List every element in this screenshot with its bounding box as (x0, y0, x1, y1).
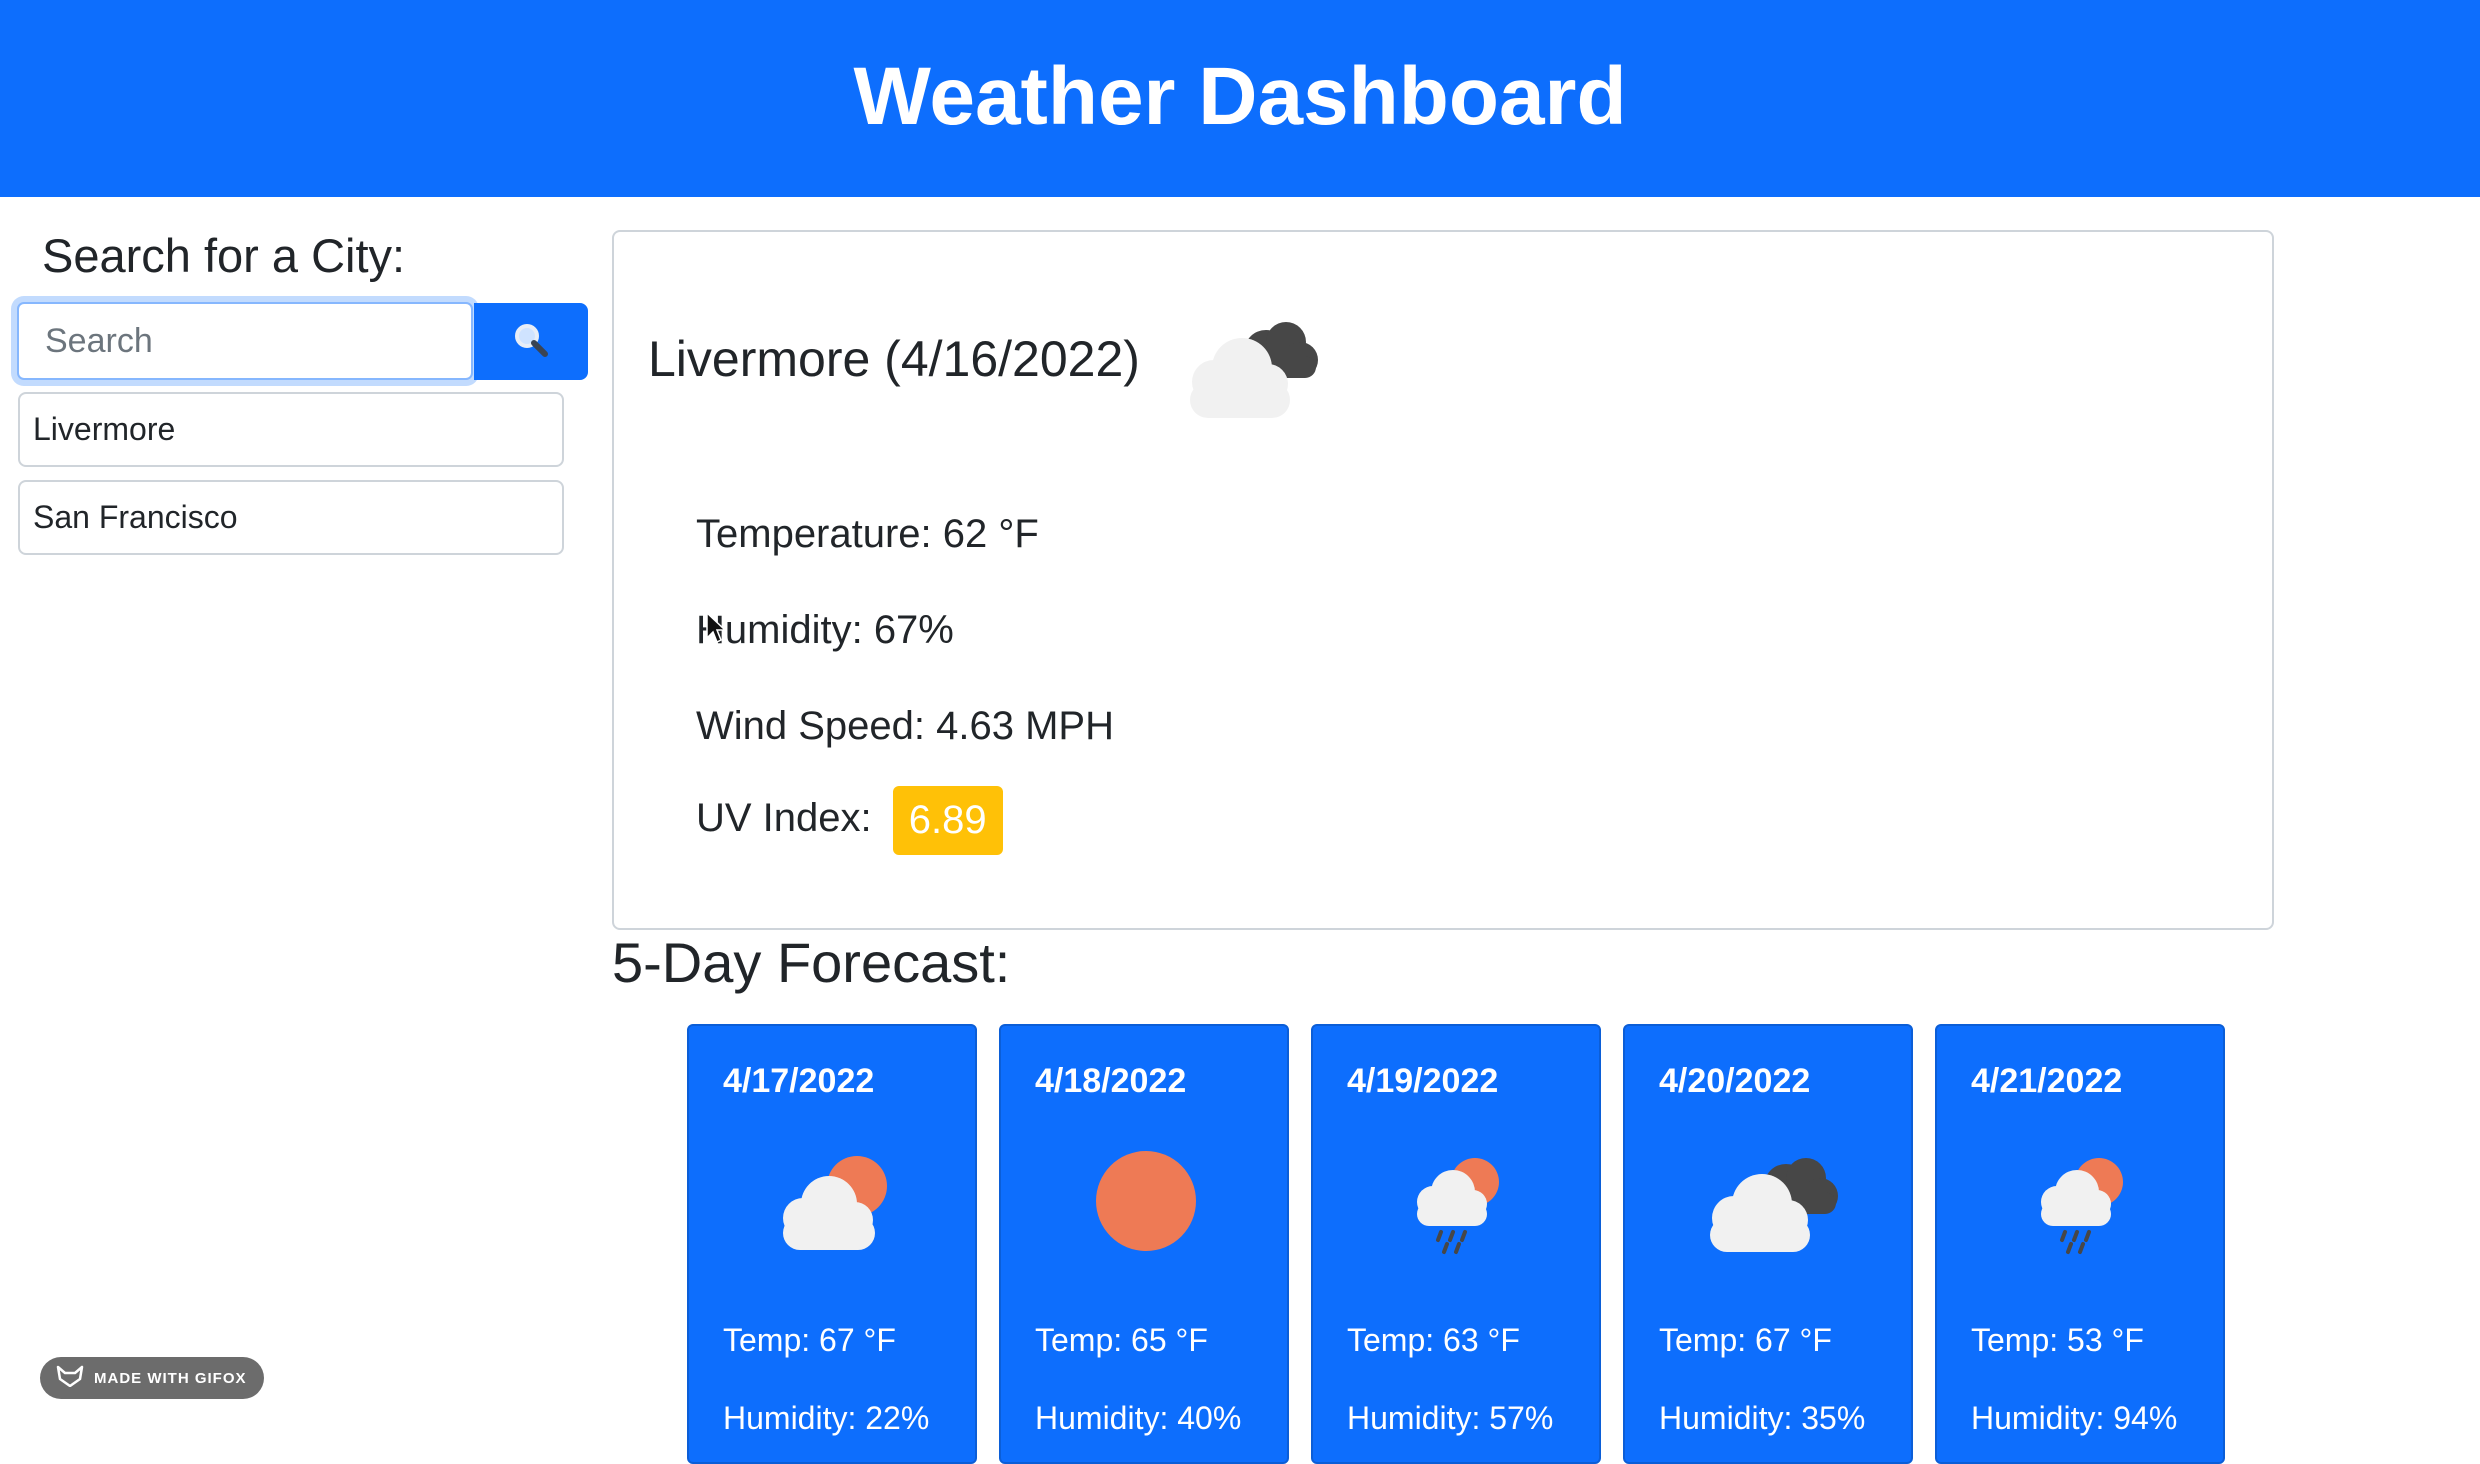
broken-clouds-icon (1170, 312, 1330, 427)
uv-index-label: UV Index: (696, 796, 872, 841)
forecast-heading: 5-Day Forecast: (612, 931, 1011, 994)
forecast-date: 4/21/2022 (1971, 1062, 2123, 1100)
uv-index-badge: 6.89 (892, 786, 1003, 855)
gifox-watermark: MADE WITH GIFOX (40, 1357, 264, 1399)
forecast-humidity: Humidity: 35% (1659, 1400, 1866, 1436)
forecast-date: 4/18/2022 (1035, 1062, 1187, 1100)
watermark-text: MADE WITH GIFOX (94, 1369, 247, 1387)
current-weather-card: Livermore (4/16/2022) Temperature: 62 °F… (612, 230, 2274, 930)
search-button[interactable] (474, 303, 588, 380)
forecast-humidity: Humidity: 22% (723, 1400, 930, 1436)
forecast-card: 4/19/2022 Temp: 63 °F Humidity: 57% (1311, 1024, 1601, 1464)
forecast-card: 4/20/2022 Temp: 67 °F Humidity: 35% (1623, 1024, 1913, 1464)
forecast-humidity: Humidity: 94% (1971, 1400, 2178, 1436)
page-title: Weather Dashboard (853, 50, 1627, 142)
forecast-date: 4/20/2022 (1659, 1062, 1811, 1100)
forecast-temp: Temp: 63 °F (1347, 1322, 1520, 1358)
uv-index-stat: UV Index: 6.89 (696, 786, 1003, 855)
forecast-temp: Temp: 67 °F (723, 1322, 896, 1358)
forecast-temp: Temp: 65 °F (1035, 1322, 1208, 1358)
forecast-date: 4/17/2022 (723, 1062, 875, 1100)
search-heading: Search for a City: (42, 229, 406, 282)
forecast-card: 4/17/2022 Temp: 67 °F Humidity: 22% (687, 1024, 977, 1464)
temperature-stat: Temperature: 62 °F (696, 512, 1039, 556)
forecast-humidity: Humidity: 40% (1035, 1400, 1242, 1436)
search-icon (513, 322, 549, 361)
city-date-title: Livermore (4/16/2022) (648, 331, 1140, 387)
wind-speed-stat: Wind Speed: 4.63 MPH (696, 704, 1114, 748)
cursor-icon (706, 611, 728, 649)
humidity-stat: Humidity: 67% (696, 608, 954, 652)
forecast-temp: Temp: 67 °F (1659, 1322, 1832, 1358)
app-header: Weather Dashboard (0, 0, 2480, 197)
forecast-humidity: Humidity: 57% (1347, 1400, 1554, 1436)
clear-sun-icon (1001, 1146, 1291, 1286)
forecast-temp: Temp: 53 °F (1971, 1322, 2144, 1358)
forecast-card: 4/18/2022 Temp: 65 °F Humidity: 40% (999, 1024, 1289, 1464)
search-input[interactable] (17, 302, 473, 380)
fox-icon (56, 1365, 84, 1391)
forecast-card: 4/21/2022 Temp: 53 °F Humidity: 94% (1935, 1024, 2225, 1464)
history-item-san-francisco[interactable]: San Francisco (18, 480, 564, 555)
forecast-date: 4/19/2022 (1347, 1062, 1499, 1100)
rain-sun-icon (1313, 1146, 1603, 1286)
broken-clouds-icon (1625, 1146, 1915, 1286)
rain-sun-icon (1937, 1146, 2227, 1286)
history-item-livermore[interactable]: Livermore (18, 392, 564, 467)
few-clouds-icon (689, 1146, 979, 1286)
